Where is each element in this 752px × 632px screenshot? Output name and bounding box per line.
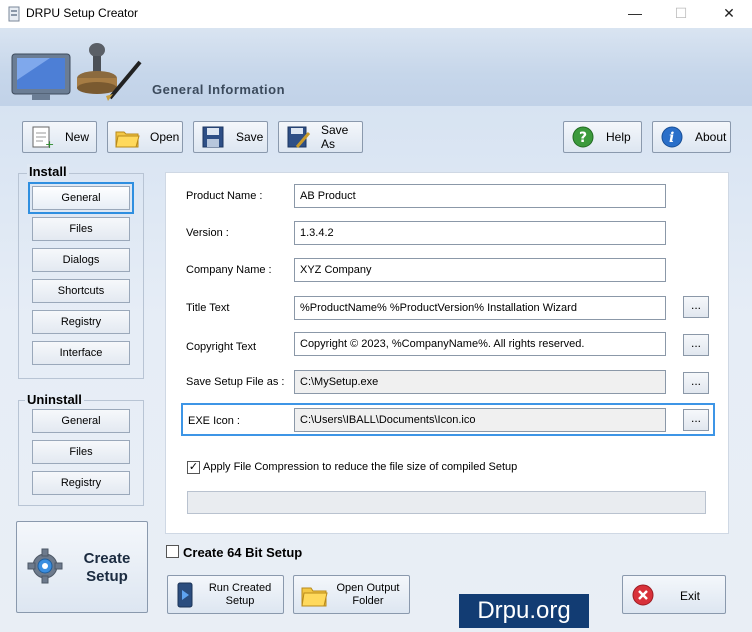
title-text-input[interactable] [294,296,666,320]
uninstall-title: Uninstall [25,392,84,407]
run-setup-line2: Setup [225,595,255,607]
app-icon [6,6,22,22]
save-as-icon [285,125,311,149]
save-button[interactable]: Save [193,121,268,153]
install-title: Install [27,164,69,179]
version-label: Version : [186,227,229,239]
open-label: Open [150,130,180,144]
copyright-text-label: Copyright Text [186,341,257,353]
save-setup-label: Save Setup File as : [186,376,285,388]
create-setup-line1: Create [83,550,131,567]
save-setup-browse-button[interactable]: ... [683,372,709,394]
info-icon: i [659,125,685,149]
run-setup-icon [174,582,198,608]
watermark-logo: Drpu.org [459,594,589,628]
close-button[interactable]: ✕ [706,0,752,28]
uninstall-registry-button[interactable]: Registry [32,471,130,495]
save-as-label: Save As [321,123,349,151]
svg-text:+: + [45,138,54,149]
save-label: Save [236,130,264,144]
uninstall-general-button[interactable]: General [32,409,130,433]
save-setup-input[interactable] [294,370,666,394]
exit-icon [631,583,655,607]
product-name-input[interactable] [294,184,666,208]
company-name-label: Company Name : [186,264,272,276]
product-name-label: Product Name : [186,190,263,202]
compression-checkbox[interactable]: ✓ [187,461,200,474]
help-label: Help [606,130,631,144]
open-output-line1: Open Output [336,582,400,594]
copyright-text-input[interactable] [294,332,666,356]
create-64bit-checkbox[interactable] [166,545,179,558]
new-button[interactable]: + New [22,121,97,153]
svg-text:i: i [669,130,674,146]
company-name-input[interactable] [294,258,666,282]
run-setup-label: Run Created Setup [200,582,280,608]
version-input[interactable] [294,221,666,245]
open-output-label: Open Output Folder [330,582,406,608]
minimize-button[interactable]: — [612,0,658,28]
copyright-browse-button[interactable]: ... [683,334,709,356]
svg-text:?: ? [579,130,587,146]
exit-label: Exit [680,589,701,603]
uninstall-files-button[interactable]: Files [32,440,130,464]
new-document-icon: + [29,125,55,151]
install-registry-button[interactable]: Registry [32,310,130,334]
floppy-disk-icon [200,125,226,149]
create-setup-label: Create Setup [72,550,142,586]
install-general-button[interactable]: General [28,182,134,214]
exe-icon-label: EXE Icon : [188,415,240,427]
create-64bit-label: Create 64 Bit Setup [183,545,303,560]
compression-label: Apply File Compression to reduce the fil… [203,461,518,473]
maximize-button[interactable]: ☐ [658,0,704,28]
help-button[interactable]: ? Help [563,121,642,153]
new-label: New [65,130,90,144]
exe-icon-input[interactable] [294,408,666,432]
install-interface-button[interactable]: Interface [32,341,130,365]
window-title: DRPU Setup Creator [26,6,139,20]
about-button[interactable]: i About [652,121,731,153]
gear-icon [27,548,63,584]
install-dialogs-button[interactable]: Dialogs [32,248,130,272]
open-output-line2: Folder [352,595,384,607]
progress-bar [187,491,706,514]
computer-stamp-logo-icon [10,40,145,104]
title-text-browse-button[interactable]: ... [683,296,709,318]
help-icon: ? [570,125,596,149]
install-files-button[interactable]: Files [32,217,130,241]
about-label: About [695,130,727,144]
title-text-label: Title Text [186,302,230,314]
exe-icon-browse-button[interactable]: ... [683,409,709,431]
page-title: General Information [152,82,286,97]
folder-open-icon [114,125,140,149]
save-as-button[interactable]: Save As [278,121,363,153]
create-setup-line2: Setup [86,568,128,585]
install-shortcuts-button[interactable]: Shortcuts [32,279,130,303]
run-setup-line1: Run Created [208,582,272,594]
folder-icon [300,582,328,608]
open-button[interactable]: Open [107,121,183,153]
